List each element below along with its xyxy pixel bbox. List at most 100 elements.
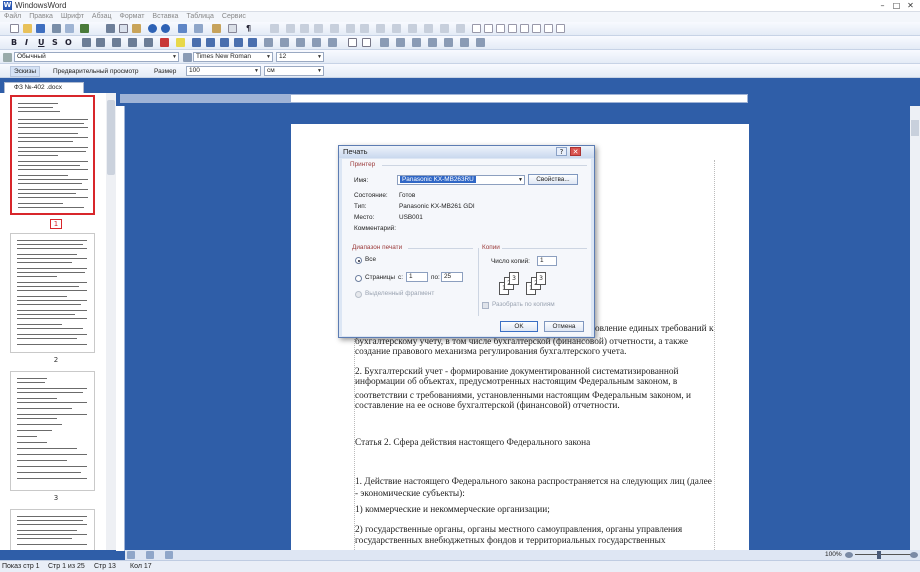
underline-button[interactable]: U: [38, 36, 45, 50]
paste-icon[interactable]: [132, 24, 141, 33]
collate-checkbox[interactable]: [482, 302, 489, 309]
numbered-list-icon[interactable]: [296, 38, 305, 47]
print-preview-button[interactable]: Предварительный просмотр: [49, 66, 143, 77]
zoom-slider-handle[interactable]: [877, 551, 881, 559]
indent-icon[interactable]: [286, 24, 295, 33]
horizontal-ruler[interactable]: [290, 94, 748, 103]
outline-button[interactable]: O: [65, 36, 72, 50]
vertical-scroll-thumb[interactable]: [911, 120, 919, 136]
table-icon[interactable]: [476, 38, 485, 47]
box-icon[interactable]: [508, 24, 517, 33]
menu-table[interactable]: Таблица: [186, 12, 213, 22]
maximize-icon[interactable]: □: [890, 0, 903, 11]
strikethrough-button[interactable]: S: [52, 36, 58, 50]
table-icon[interactable]: [428, 38, 437, 47]
page-thumbnail[interactable]: [10, 233, 95, 353]
printer-name-select[interactable]: Panasonic KX-MB263RU ▼: [397, 175, 525, 185]
zoom-icon[interactable]: [408, 24, 417, 33]
box-icon[interactable]: [496, 24, 505, 33]
justify-icon[interactable]: [234, 38, 243, 47]
menu-paragraph[interactable]: Абзац: [92, 12, 112, 22]
line-spacing-icon[interactable]: [264, 38, 273, 47]
pilcrow-icon[interactable]: ¶: [246, 22, 251, 36]
copies-input[interactable]: 1: [537, 256, 557, 266]
to-input[interactable]: 25: [441, 272, 463, 282]
close-button[interactable]: ✕: [570, 147, 581, 156]
bullets-list-icon[interactable]: [280, 38, 289, 47]
table-icon[interactable]: [412, 38, 421, 47]
superscript-icon[interactable]: [82, 38, 91, 47]
thumbnail-scroll-thumb[interactable]: [107, 100, 115, 175]
page-thumbnail[interactable]: [10, 371, 95, 491]
menu-format[interactable]: Формат: [120, 12, 145, 22]
insert-link-icon[interactable]: [212, 24, 221, 33]
print-preview-icon[interactable]: [65, 24, 74, 33]
menu-edit[interactable]: Правка: [29, 12, 53, 22]
properties-button[interactable]: Свойства...: [528, 174, 578, 185]
page-thumbnail[interactable]: [10, 95, 95, 215]
highlight-icon[interactable]: [176, 38, 185, 47]
style-combo[interactable]: Обычный ▼: [14, 52, 179, 62]
open-folder-icon[interactable]: [23, 24, 32, 33]
increase-indent-icon[interactable]: [328, 38, 337, 47]
bullets-icon[interactable]: [314, 24, 323, 33]
table-icon[interactable]: [444, 38, 453, 47]
print-icon[interactable]: [52, 24, 61, 33]
help-button[interactable]: ?: [556, 147, 567, 156]
replace-icon[interactable]: [392, 24, 401, 33]
box-icon[interactable]: [484, 24, 493, 33]
page-view-icon[interactable]: [146, 551, 154, 559]
vertical-ruler[interactable]: [116, 106, 125, 551]
save-icon[interactable]: [36, 24, 45, 33]
box-icon[interactable]: [472, 24, 481, 33]
spellcheck-icon[interactable]: [80, 24, 89, 33]
font-combo[interactable]: Times New Roman ▼: [193, 52, 273, 62]
redo-icon[interactable]: [161, 24, 170, 33]
minimize-icon[interactable]: –: [876, 0, 889, 11]
align-left-icon[interactable]: [192, 38, 201, 47]
zoom-combo[interactable]: 100 ▼: [186, 66, 261, 76]
columns-icon[interactable]: [228, 24, 237, 33]
numbering-icon[interactable]: [330, 24, 339, 33]
page-setup-icon[interactable]: [456, 24, 465, 33]
shading-icon[interactable]: [360, 24, 369, 33]
normal-view-icon[interactable]: [127, 551, 135, 559]
find-icon[interactable]: [376, 24, 385, 33]
footer-icon[interactable]: [440, 24, 449, 33]
ok-button[interactable]: OK: [500, 321, 538, 332]
italic-button[interactable]: I: [25, 36, 28, 50]
page-icon[interactable]: [348, 38, 357, 47]
link-icon[interactable]: [112, 38, 121, 47]
bold-button[interactable]: B: [11, 36, 17, 50]
new-document-icon[interactable]: [10, 24, 19, 33]
pages-radio[interactable]: [355, 275, 362, 282]
page-icon[interactable]: [362, 38, 371, 47]
subscript-icon[interactable]: [96, 38, 105, 47]
zoom-out-icon[interactable]: [845, 552, 853, 558]
outdent-icon[interactable]: [300, 24, 309, 33]
align-center-icon[interactable]: [206, 38, 215, 47]
undo-icon[interactable]: [148, 24, 157, 33]
spacing-icon[interactable]: [144, 38, 153, 47]
page-thumbnail[interactable]: [10, 509, 95, 550]
menu-tools[interactable]: Сервис: [222, 12, 246, 22]
justify-all-icon[interactable]: [248, 38, 257, 47]
menu-font[interactable]: Шрифт: [61, 12, 84, 22]
font-color-icon[interactable]: [160, 38, 169, 47]
zoom-slider[interactable]: [855, 554, 915, 555]
decrease-indent-icon[interactable]: [312, 38, 321, 47]
insert-table-icon[interactable]: [194, 24, 203, 33]
outline-view-icon[interactable]: [165, 551, 173, 559]
unit-combo[interactable]: см ▼: [264, 66, 324, 76]
font-size-combo[interactable]: 12 ▼: [276, 52, 324, 62]
from-input[interactable]: 1: [406, 272, 428, 282]
table-icon[interactable]: [380, 38, 389, 47]
box-icon[interactable]: [532, 24, 541, 33]
copy-icon[interactable]: [119, 24, 128, 33]
all-pages-radio[interactable]: [355, 257, 362, 264]
cut-icon[interactable]: [106, 24, 115, 33]
border-icon[interactable]: [346, 24, 355, 33]
vertical-scrollbar[interactable]: [910, 106, 920, 550]
align-right-icon[interactable]: [220, 38, 229, 47]
header-icon[interactable]: [424, 24, 433, 33]
